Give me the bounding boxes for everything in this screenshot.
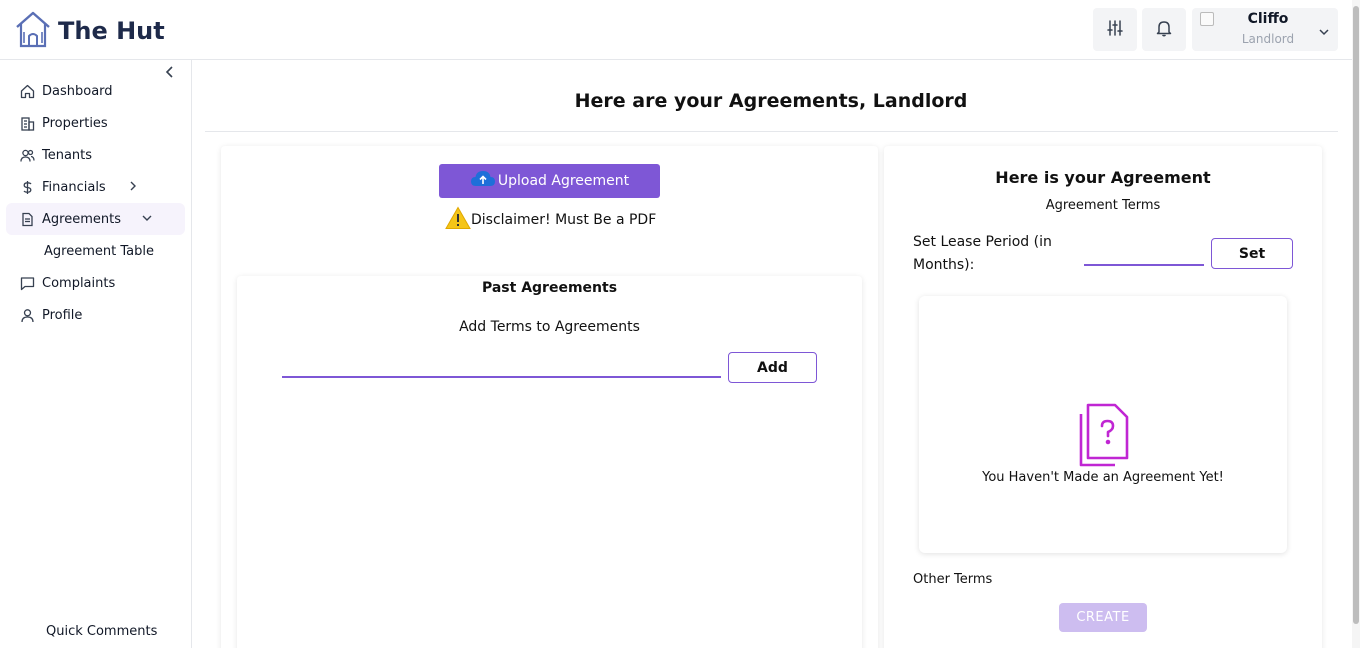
empty-agreement-message: You Haven't Made an Agreement Yet!	[982, 470, 1224, 485]
users-icon	[20, 148, 35, 163]
chevron-right-icon	[127, 180, 139, 196]
past-agreements-title: Past Agreements	[481, 280, 618, 296]
cloud-upload-icon	[470, 169, 496, 193]
warning-icon	[445, 206, 471, 234]
pdf-disclaimer: Disclaimer! Must Be a PDF	[445, 206, 656, 234]
lease-period-label: Set Lease Period (in Months):	[913, 234, 1052, 273]
avatar	[1200, 12, 1214, 26]
chevron-down-icon	[1318, 23, 1330, 42]
sidebar-item-profile[interactable]: Profile	[6, 299, 185, 331]
sidebar-subitem-agreement-table[interactable]: Agreement Table	[44, 244, 154, 259]
brand-name: The Hut	[58, 17, 165, 45]
sidebar-item-financials[interactable]: Financials	[6, 171, 185, 203]
message-icon	[20, 276, 35, 291]
brand-logo[interactable]: The Hut	[14, 10, 165, 52]
sidebar-item-label: Dashboard	[42, 83, 113, 99]
filter-button[interactable]	[1093, 8, 1137, 51]
agreement-title: Here is your Agreement	[995, 168, 1211, 187]
top-header: The Hut Cliffo Landlord	[0, 0, 1352, 60]
sidebar-item-label: Tenants	[42, 147, 93, 163]
agreement-preview: You Haven't Made an Agreement Yet!	[919, 296, 1287, 553]
sidebar-item-complaints[interactable]: Complaints	[6, 267, 185, 299]
user-name: Cliffo	[1247, 11, 1289, 27]
sidebar: Dashboard Properties Tenants Financials	[0, 60, 192, 648]
sliders-icon	[1106, 19, 1124, 41]
add-terms-label: Add Terms to Agreements	[459, 319, 640, 335]
dollar-icon	[20, 180, 35, 195]
other-terms-label: Other Terms	[913, 572, 993, 587]
sidebar-item-label: Properties	[42, 115, 108, 131]
add-term-button[interactable]: Add	[728, 352, 817, 383]
sidebar-item-label: Complaints	[42, 275, 116, 291]
sidebar-item-label: Profile	[42, 307, 83, 323]
lease-period-input[interactable]	[1084, 240, 1204, 266]
sidebar-item-agreements[interactable]: Agreements	[6, 203, 185, 235]
page-scrollbar[interactable]	[1352, 0, 1360, 648]
home-icon	[20, 84, 35, 99]
terms-input[interactable]	[282, 352, 721, 378]
bell-icon	[1155, 19, 1173, 41]
page-title: Here are your Agreements, Landlord	[574, 90, 968, 112]
upload-card: Upload Agreement Disclaimer! Must Be a P…	[221, 146, 878, 648]
sidebar-item-tenants[interactable]: Tenants	[6, 139, 185, 171]
house-logo-icon	[14, 10, 52, 52]
scrollbar-thumb[interactable]	[1353, 6, 1359, 624]
agreement-card: Here is your Agreement Agreement Terms S…	[884, 146, 1322, 648]
chevron-down-icon	[141, 212, 153, 228]
set-lease-button[interactable]: Set	[1211, 238, 1293, 269]
quick-comments-link[interactable]: Quick Comments	[46, 624, 157, 639]
sidebar-item-label: Agreements	[42, 211, 121, 227]
create-agreement-button[interactable]: CREATE	[1059, 603, 1147, 632]
document-question-icon	[1077, 402, 1131, 472]
app-root: The Hut Cliffo Landlord Dashboard Proper…	[0, 0, 1360, 648]
sidebar-item-properties[interactable]: Properties	[6, 107, 185, 139]
document-icon	[20, 212, 35, 227]
building-icon	[20, 116, 35, 131]
upload-agreement-button[interactable]: Upload Agreement	[439, 164, 660, 198]
title-divider	[205, 131, 1338, 132]
disclaimer-text: Disclaimer! Must Be a PDF	[471, 212, 657, 228]
notifications-button[interactable]	[1142, 8, 1186, 51]
sidebar-item-label: Financials	[42, 179, 106, 195]
upload-agreement-label: Upload Agreement	[497, 173, 630, 189]
sidebar-item-dashboard[interactable]: Dashboard	[6, 75, 185, 107]
user-role: Landlord	[1241, 32, 1295, 46]
user-icon	[20, 308, 35, 323]
user-menu[interactable]: Cliffo Landlord	[1192, 8, 1338, 51]
agreement-terms-subtitle: Agreement Terms	[1045, 198, 1161, 213]
